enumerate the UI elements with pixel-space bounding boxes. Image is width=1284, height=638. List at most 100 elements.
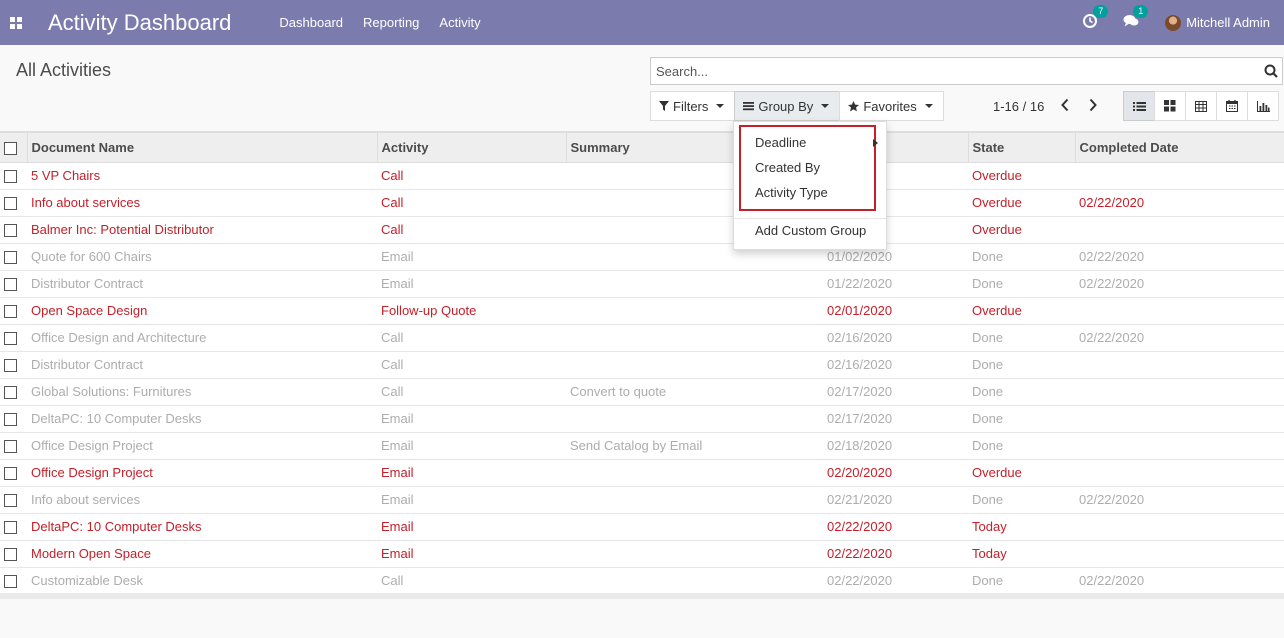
cell-state: Overdue: [968, 216, 1075, 244]
table-row[interactable]: Modern Open Space Email 02/22/2020 Today: [0, 540, 1284, 568]
column-document-name[interactable]: Document Name: [26, 131, 377, 163]
cell-state: Done: [968, 486, 1075, 514]
row-checkbox[interactable]: [4, 521, 17, 535]
row-checkbox[interactable]: [4, 413, 17, 427]
groupby-activity-type[interactable]: Activity Type: [755, 185, 828, 200]
row-checkbox[interactable]: [4, 440, 17, 454]
table-row[interactable]: DeltaPC: 10 Computer Desks Email 02/22/202…: [0, 513, 1284, 541]
dropdown-divider: [734, 218, 886, 219]
table-row[interactable]: Distributor Contract Call 02/16/2020 Done: [0, 351, 1284, 379]
search-input[interactable]: [651, 58, 1260, 84]
cell-state: Overdue: [968, 189, 1075, 217]
row-checkbox[interactable]: [4, 359, 17, 373]
row-select-cell: [0, 432, 27, 460]
cell-activity: Email: [377, 540, 566, 568]
apps-menu-icon[interactable]: [10, 16, 22, 29]
cell-activity: Email: [377, 405, 566, 433]
cell-activity: Email: [377, 459, 566, 487]
user-menu[interactable]: Mitchell Admin: [1165, 14, 1270, 31]
row-checkbox[interactable]: [4, 278, 17, 292]
activity-systray[interactable]: 7: [1083, 5, 1109, 31]
list-icon: [743, 102, 755, 111]
favorites-label: Favorites: [863, 98, 917, 114]
filters-button[interactable]: Filters: [650, 91, 736, 121]
graph-view-button[interactable]: [1247, 91, 1279, 121]
cell-document-name: Info about services: [27, 486, 377, 514]
kanban-view-button[interactable]: [1154, 91, 1186, 121]
pivot-view-button[interactable]: [1185, 91, 1217, 121]
table-header-row: Document Name Activity Summary State Com…: [0, 131, 1284, 163]
row-checkbox[interactable]: [4, 332, 17, 346]
menu-dashboard[interactable]: Dashboard: [279, 15, 343, 30]
chevron-right-icon[interactable]: [1088, 97, 1098, 116]
column-completed-date[interactable]: Completed Date: [1074, 131, 1284, 163]
cell-completed-date: 02/22/2020: [1075, 324, 1284, 352]
table-row[interactable]: Office Design Project Email 02/20/2020 Over…: [0, 459, 1284, 487]
cell-document-name: Quote for 600 Chairs: [27, 243, 377, 271]
row-checkbox[interactable]: [4, 467, 17, 481]
table-row[interactable]: DeltaPC: 10 Computer Desks Email 02/17/202…: [0, 405, 1284, 433]
table-row[interactable]: Balmer Inc: Potential DistributorCall0Ov…: [0, 216, 1284, 244]
row-select-cell: [0, 378, 27, 406]
table-row[interactable]: Customizable Desk Call 02/22/2020 Done 02/22…: [0, 567, 1284, 595]
cell-deadline: 02/17/2020: [823, 378, 968, 406]
cell-activity: Email: [377, 243, 566, 271]
table-row[interactable]: Open Space Design Follow-up Quote 02/01/20…: [0, 297, 1284, 325]
select-all-checkbox[interactable]: [4, 141, 17, 155]
row-checkbox[interactable]: [4, 575, 17, 589]
cell-document-name: DeltaPC: 10 Computer Desks: [27, 405, 377, 433]
cell-activity: Call: [377, 324, 566, 352]
cell-completed-date: [1075, 297, 1284, 325]
table-row[interactable]: Office Design Project Email Send Catalog b…: [0, 432, 1284, 460]
search-icon[interactable]: [1260, 58, 1282, 84]
row-select-cell: [0, 459, 27, 487]
cell-state: Overdue: [968, 459, 1075, 487]
row-checkbox[interactable]: [4, 224, 17, 238]
table-row[interactable]: 5 VP ChairsCall9Overdue: [0, 162, 1284, 190]
row-select-cell: [0, 270, 27, 298]
list-view-button[interactable]: [1123, 91, 1155, 121]
chevron-left-icon[interactable]: [1060, 97, 1070, 116]
cell-summary: [566, 405, 823, 433]
cell-completed-date: 02/22/2020: [1075, 567, 1284, 595]
column-activity[interactable]: Activity: [376, 131, 566, 163]
row-checkbox[interactable]: [4, 197, 17, 211]
table-row[interactable]: Office Design and Architecture Call 02/16/…: [0, 324, 1284, 352]
cell-document-name: Global Solutions: Furnitures: [27, 378, 377, 406]
cell-document-name: Distributor Contract: [27, 351, 377, 379]
pager-value[interactable]: 1-16 / 16: [993, 99, 1044, 114]
table-row[interactable]: Info about servicesCall0Overdue02/22/202…: [0, 189, 1284, 217]
row-select-cell: [0, 513, 27, 541]
group-by-button[interactable]: Group By: [734, 91, 841, 121]
add-custom-group[interactable]: Add Custom Group: [755, 223, 866, 238]
cell-document-name: Open Space Design: [27, 297, 377, 325]
cell-state: Done: [968, 432, 1075, 460]
groupby-created-by[interactable]: Created By: [755, 160, 820, 175]
cell-deadline: 02/17/2020: [823, 405, 968, 433]
row-checkbox[interactable]: [4, 170, 17, 184]
favorites-button[interactable]: Favorites: [839, 91, 944, 121]
menu-reporting[interactable]: Reporting: [363, 15, 419, 30]
table-row[interactable]: Distributor Contract Email 01/22/2020 Done 0…: [0, 270, 1284, 298]
table-row[interactable]: Global Solutions: Furnitures Call Convert …: [0, 378, 1284, 406]
row-checkbox[interactable]: [4, 251, 17, 265]
menu-activity[interactable]: Activity: [439, 15, 480, 30]
avatar: [1165, 14, 1182, 31]
row-checkbox[interactable]: [4, 494, 17, 508]
groupby-deadline[interactable]: Deadline: [755, 135, 806, 150]
cell-summary: [566, 513, 823, 541]
column-state[interactable]: State: [967, 131, 1075, 163]
row-checkbox[interactable]: [4, 386, 17, 400]
row-checkbox[interactable]: [4, 305, 17, 319]
row-select-cell: [0, 324, 27, 352]
cell-state: Today: [968, 513, 1075, 541]
messages-systray[interactable]: 1: [1123, 5, 1149, 31]
row-checkbox[interactable]: [4, 548, 17, 562]
table-row[interactable]: Info about services Email 02/21/2020 Done 02…: [0, 486, 1284, 514]
table-row[interactable]: Quote for 600 Chairs Email 01/02/2020 Done 0…: [0, 243, 1284, 271]
cell-completed-date: [1075, 513, 1284, 541]
cell-completed-date: 02/22/2020: [1075, 270, 1284, 298]
calendar-view-button[interactable]: [1216, 91, 1248, 121]
row-select-cell: [0, 162, 27, 190]
breadcrumb: All Activities: [16, 60, 112, 80]
